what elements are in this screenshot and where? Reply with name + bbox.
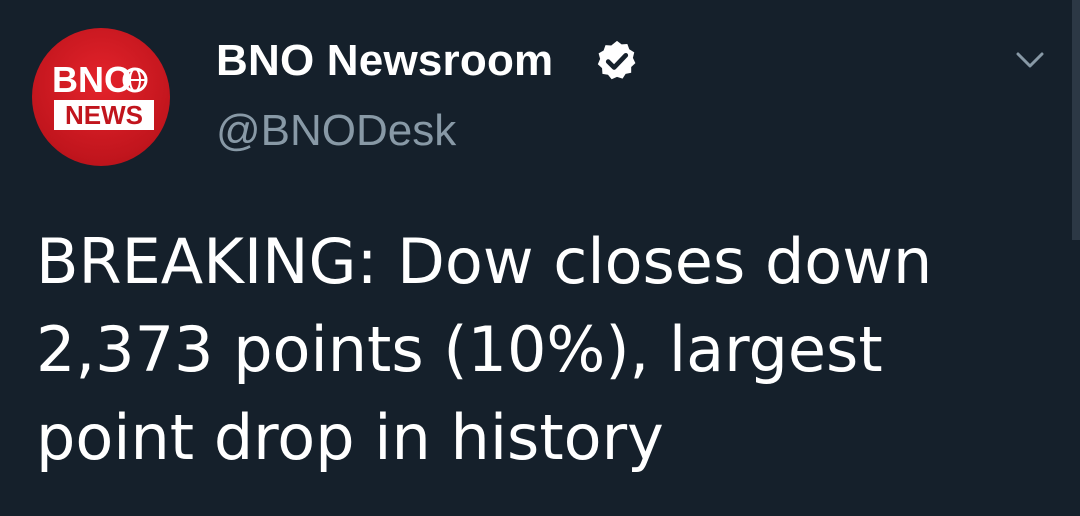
author-handle[interactable]: @BNODesk xyxy=(216,106,456,156)
verified-badge-icon xyxy=(597,40,636,80)
bno-news-logo: BNO NEWS xyxy=(52,59,154,130)
author-display-name[interactable]: BNO Newsroom xyxy=(216,36,553,86)
logo-text-news: NEWS xyxy=(65,100,143,130)
avatar[interactable]: BNO NEWS xyxy=(32,28,170,166)
tweet-text: BREAKING: Dow closes down 2,373 points (… xyxy=(36,218,1046,482)
logo-text-bno: BNO xyxy=(52,59,132,100)
scrollbar[interactable] xyxy=(1072,0,1080,240)
globe-icon xyxy=(122,67,148,93)
tweet-text-line: point drop in history xyxy=(36,401,664,474)
chevron-down-icon[interactable] xyxy=(1012,46,1048,74)
tweet-card: BNO NEWS BNO Newsroom @BNODesk BREAKING:… xyxy=(0,0,1080,516)
tweet-text-line: 2,373 points (10%), largest xyxy=(36,313,883,386)
tweet-text-line: BREAKING: Dow closes down xyxy=(36,225,933,298)
